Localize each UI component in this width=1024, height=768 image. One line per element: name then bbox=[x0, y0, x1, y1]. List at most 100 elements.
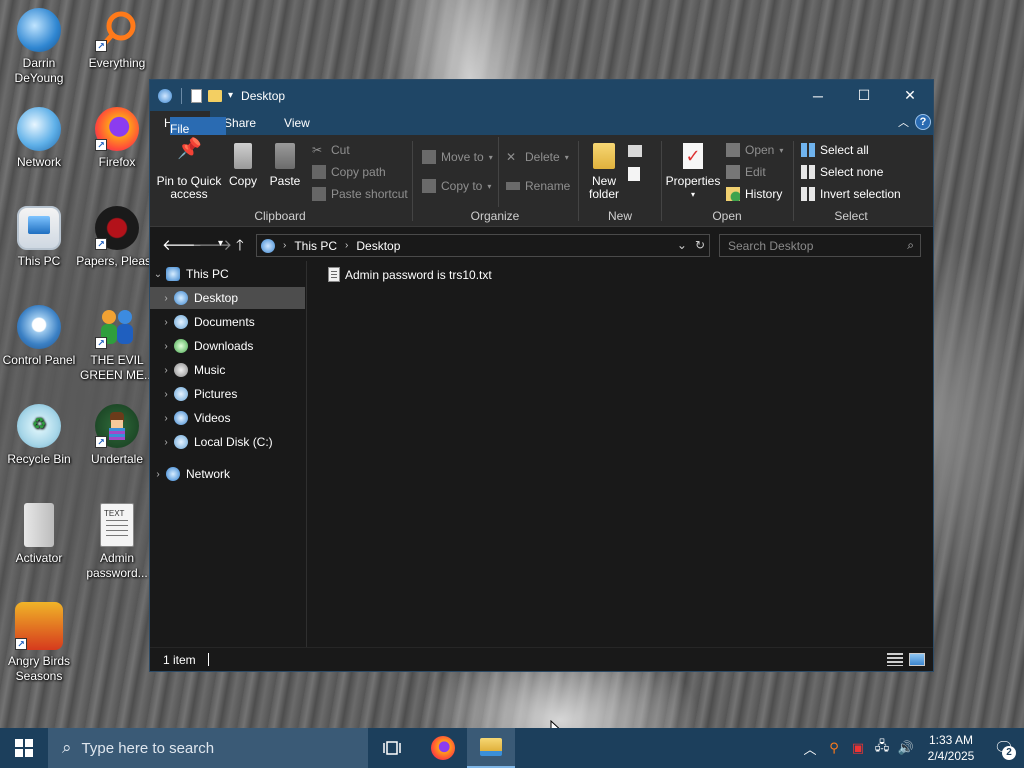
desktop-icon-firefox[interactable]: ↗ Firefox bbox=[76, 107, 158, 170]
show-hidden-icons-chevron-icon[interactable]: ︿ bbox=[798, 739, 822, 758]
pin-to-quick-access-button[interactable]: 📌 Pin to Quick access bbox=[154, 139, 224, 201]
collapsed-chevron-icon[interactable]: › bbox=[158, 413, 174, 424]
address-dropdown-icon[interactable]: ⌄ bbox=[677, 238, 687, 252]
desktop-icon-network[interactable]: Network bbox=[0, 107, 80, 170]
collapsed-chevron-icon[interactable]: › bbox=[158, 293, 174, 304]
collapsed-chevron-icon[interactable]: › bbox=[158, 365, 174, 376]
maximize-button[interactable]: ☐ bbox=[841, 80, 887, 111]
network-tray-icon[interactable]: 🖧 bbox=[870, 737, 894, 759]
title-bar[interactable]: ▾ Desktop ─ ☐ ✕ bbox=[150, 80, 933, 111]
properties-quick-icon[interactable] bbox=[191, 88, 202, 103]
collapsed-chevron-icon[interactable]: › bbox=[150, 469, 166, 480]
large-icons-view-icon[interactable] bbox=[909, 653, 925, 666]
cut-button[interactable]: ✂ Cut bbox=[312, 143, 350, 157]
search-box[interactable]: Search Desktop ⌕ bbox=[719, 234, 921, 257]
delete-button[interactable]: ✕ Delete ▾ bbox=[506, 150, 569, 164]
paste-button[interactable]: Paste bbox=[266, 143, 304, 188]
breadcrumb-this-pc[interactable]: This PC bbox=[294, 239, 337, 253]
desktop-icon-undertale[interactable]: ↗ Undertale bbox=[76, 404, 158, 467]
start-button[interactable] bbox=[0, 728, 48, 768]
edit-button[interactable]: Edit bbox=[726, 165, 766, 179]
open-button[interactable]: Open ▾ bbox=[726, 143, 783, 157]
desktop-icon-this-pc[interactable]: This PC bbox=[0, 206, 80, 269]
copy-to-button[interactable]: Copy to ▾ bbox=[422, 179, 491, 193]
up-arrow-icon[interactable]: 🡑 bbox=[236, 235, 244, 260]
ribbon-divider bbox=[578, 141, 579, 221]
paste-shortcut-button[interactable]: Paste shortcut bbox=[312, 187, 408, 201]
select-none-label: Select none bbox=[820, 165, 884, 179]
desktop-icon-label: Angry Birds Seasons bbox=[7, 654, 71, 683]
desktop-icon-recycle-bin[interactable]: ♻ Recycle Bin bbox=[0, 404, 80, 467]
history-button[interactable]: History bbox=[726, 187, 782, 201]
rename-button[interactable]: Rename bbox=[506, 179, 570, 193]
collapsed-chevron-icon[interactable]: › bbox=[158, 437, 174, 448]
task-view-button[interactable] bbox=[368, 728, 416, 768]
copy-path-button[interactable]: Copy path bbox=[312, 165, 386, 179]
select-none-button[interactable]: Select none bbox=[801, 165, 883, 179]
collapse-ribbon-chevron-icon[interactable]: ︿ bbox=[898, 114, 909, 130]
desktop-icon-everything[interactable]: ↗ Everything bbox=[76, 8, 158, 71]
close-button[interactable]: ✕ bbox=[887, 80, 933, 111]
security-tray-icon[interactable]: ▣ bbox=[846, 740, 870, 756]
breadcrumb-desktop[interactable]: Desktop bbox=[356, 239, 400, 253]
expanded-chevron-icon[interactable]: ⌄ bbox=[150, 269, 166, 280]
search-icon: ⌕ bbox=[62, 738, 72, 757]
move-to-button[interactable]: Move to ▾ bbox=[422, 150, 493, 164]
nav-videos[interactable]: › Videos bbox=[150, 407, 305, 429]
new-folder-button[interactable]: New folder bbox=[584, 143, 624, 201]
edit-label: Edit bbox=[745, 165, 766, 179]
nav-desktop[interactable]: › Desktop bbox=[150, 287, 305, 309]
desktop-icon-control-panel[interactable]: Control Panel bbox=[0, 305, 80, 368]
music-folder-icon bbox=[174, 363, 188, 377]
desktop-icon-activator[interactable]: Activator bbox=[0, 503, 80, 566]
taskbar-firefox[interactable] bbox=[419, 728, 467, 768]
collapsed-chevron-icon[interactable]: › bbox=[158, 341, 174, 352]
file-item[interactable]: Admin password is trs10.txt bbox=[328, 267, 492, 282]
collapsed-chevron-icon[interactable]: › bbox=[158, 389, 174, 400]
help-icon[interactable]: ? bbox=[915, 114, 931, 130]
copy-button[interactable]: Copy bbox=[226, 143, 260, 188]
desktop-icon-darrin-deyoung[interactable]: Darrin DeYoung bbox=[0, 8, 80, 86]
recent-locations-chevron-icon[interactable]: ▾ bbox=[218, 238, 223, 249]
invert-selection-button[interactable]: Invert selection bbox=[801, 187, 901, 201]
control-panel-icon bbox=[17, 305, 61, 349]
people-icon: ↗ bbox=[95, 305, 139, 349]
volume-icon[interactable]: 🔊 bbox=[894, 740, 918, 756]
nav-label: Network bbox=[186, 467, 231, 481]
minimize-button[interactable]: ─ bbox=[795, 80, 841, 111]
open-icon bbox=[726, 143, 740, 157]
refresh-icon[interactable]: ↻ bbox=[695, 238, 705, 252]
clock[interactable]: 1:33 AM 2/4/2025 bbox=[918, 732, 984, 764]
desktop-icon-angry-birds[interactable]: ↗ Angry Birds Seasons bbox=[0, 602, 80, 684]
tab-view[interactable]: View bbox=[270, 111, 324, 135]
notification-center-button[interactable]: 🗨 2 bbox=[984, 728, 1024, 768]
collapsed-chevron-icon[interactable]: › bbox=[158, 317, 174, 328]
notification-count-badge: 2 bbox=[1002, 746, 1016, 760]
nav-music[interactable]: › Music bbox=[150, 359, 305, 381]
desktop-icon-evil-green-me[interactable]: ↗ THE EVIL GREEN ME... bbox=[76, 305, 158, 383]
nav-pictures[interactable]: › Pictures bbox=[150, 383, 305, 405]
nav-this-pc[interactable]: ⌄ This PC bbox=[150, 263, 305, 285]
nav-downloads[interactable]: › Downloads bbox=[150, 335, 305, 357]
desktop-icon-papers-please[interactable]: ↗ Papers, Please bbox=[76, 206, 158, 269]
taskbar-search-box[interactable]: ⌕ Type here to search bbox=[48, 728, 368, 768]
taskbar-file-explorer[interactable] bbox=[467, 728, 515, 768]
details-view-icon[interactable] bbox=[887, 653, 903, 666]
select-all-button[interactable]: Select all bbox=[801, 143, 869, 157]
easy-access-icon[interactable] bbox=[628, 167, 640, 181]
explorer-app-icon[interactable] bbox=[158, 88, 172, 103]
item-count: 1 item bbox=[163, 652, 196, 667]
desktop-icon-admin-password[interactable]: TEXT Admin password... bbox=[76, 503, 158, 581]
nav-network[interactable]: › Network bbox=[150, 463, 305, 485]
customize-toolbar-chevron-icon[interactable]: ▾ bbox=[228, 90, 233, 101]
forward-arrow-icon[interactable]: 🡒 bbox=[192, 235, 232, 254]
everything-tray-icon[interactable]: ⚲ bbox=[822, 740, 846, 756]
new-item-icon[interactable] bbox=[628, 145, 642, 157]
nav-documents[interactable]: › Documents bbox=[150, 311, 305, 333]
properties-button[interactable]: ✓ Properties ▾ bbox=[664, 143, 722, 201]
nav-label: Videos bbox=[194, 411, 231, 425]
new-folder-quick-icon[interactable] bbox=[208, 89, 222, 102]
address-bar[interactable]: › This PC › Desktop ⌄ ↻ bbox=[256, 234, 710, 257]
file-list[interactable]: Admin password is trs10.txt bbox=[308, 261, 933, 648]
nav-local-disk[interactable]: › Local Disk (C:) bbox=[150, 431, 305, 453]
